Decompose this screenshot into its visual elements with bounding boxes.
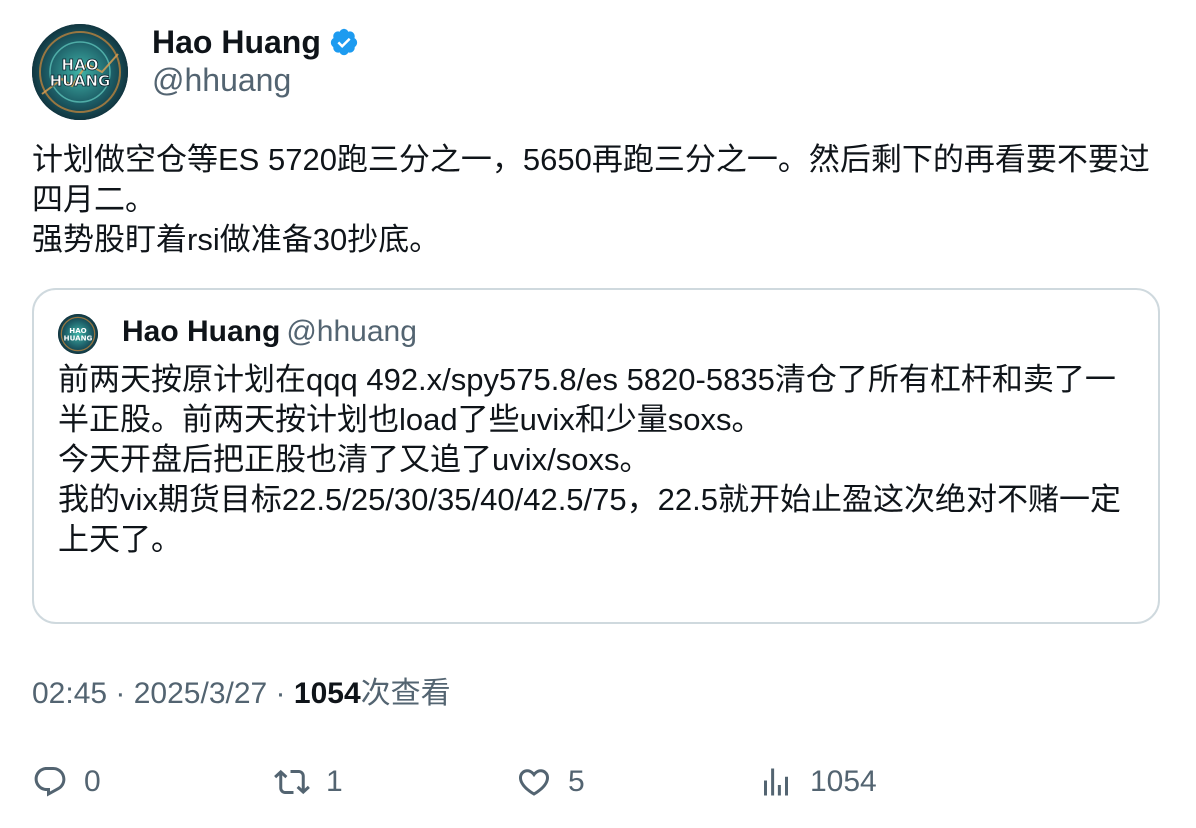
views-button[interactable]: 1054 — [758, 758, 877, 806]
retweet-button[interactable]: 1 — [274, 758, 343, 806]
meta-separator: · — [107, 677, 134, 710]
tweet-date[interactable]: 2025/3/27 — [134, 677, 267, 710]
retweet-count: 1 — [326, 765, 343, 798]
like-button[interactable]: 5 — [516, 758, 585, 806]
reply-button[interactable]: 0 — [32, 758, 101, 806]
author-name-row: Hao Huang — [152, 22, 359, 62]
quoted-author-handle: @hhuang — [286, 315, 417, 348]
svg-text:HUANG: HUANG — [50, 72, 111, 90]
heart-icon — [518, 769, 550, 796]
avatar-image: HAO HUANG — [32, 24, 128, 120]
views-count: 1054 — [293, 677, 361, 710]
quoted-tweet-text: 前两天按原计划在qqq 492.x/spy575.8/es 5820-5835清… — [58, 362, 1121, 557]
action-bar: 0 1 5 1054 — [32, 758, 1172, 806]
verified-badge-icon[interactable] — [329, 27, 359, 57]
reply-icon — [34, 767, 66, 797]
tweet-text: 计划做空仓等ES 5720跑三分之一，5650再跑三分之一。然后剩下的再看要不要… — [32, 142, 1150, 257]
quoted-author-name: Hao Huang — [122, 315, 281, 348]
author-avatar[interactable]: HAO HUANG — [32, 24, 128, 120]
quoted-author-avatar: HAO HUANG — [58, 314, 98, 354]
quoted-tweet[interactable]: HAO HUANG Hao Huang @hhuang 前两天按原计划在qqq 4… — [32, 288, 1160, 624]
tweet-time[interactable]: 02:45 — [32, 677, 107, 710]
author-name[interactable]: Hao Huang — [152, 24, 321, 61]
like-count: 5 — [568, 765, 585, 798]
tweet-meta: 02:45 · 2025/3/27 · 1054次查看 — [32, 672, 451, 716]
quoted-author-row: Hao Huang @hhuang — [122, 312, 417, 352]
retweet-icon — [274, 769, 310, 795]
meta-separator: · — [267, 677, 294, 710]
svg-text:HUANG: HUANG — [64, 334, 93, 343]
reply-count: 0 — [84, 765, 101, 798]
views-action-count: 1054 — [810, 765, 877, 798]
quoted-avatar-image: HAO HUANG — [58, 314, 98, 354]
author-handle[interactable]: @hhuang — [152, 62, 291, 99]
views-label: 次查看 — [360, 677, 451, 710]
analytics-icon — [764, 768, 788, 796]
